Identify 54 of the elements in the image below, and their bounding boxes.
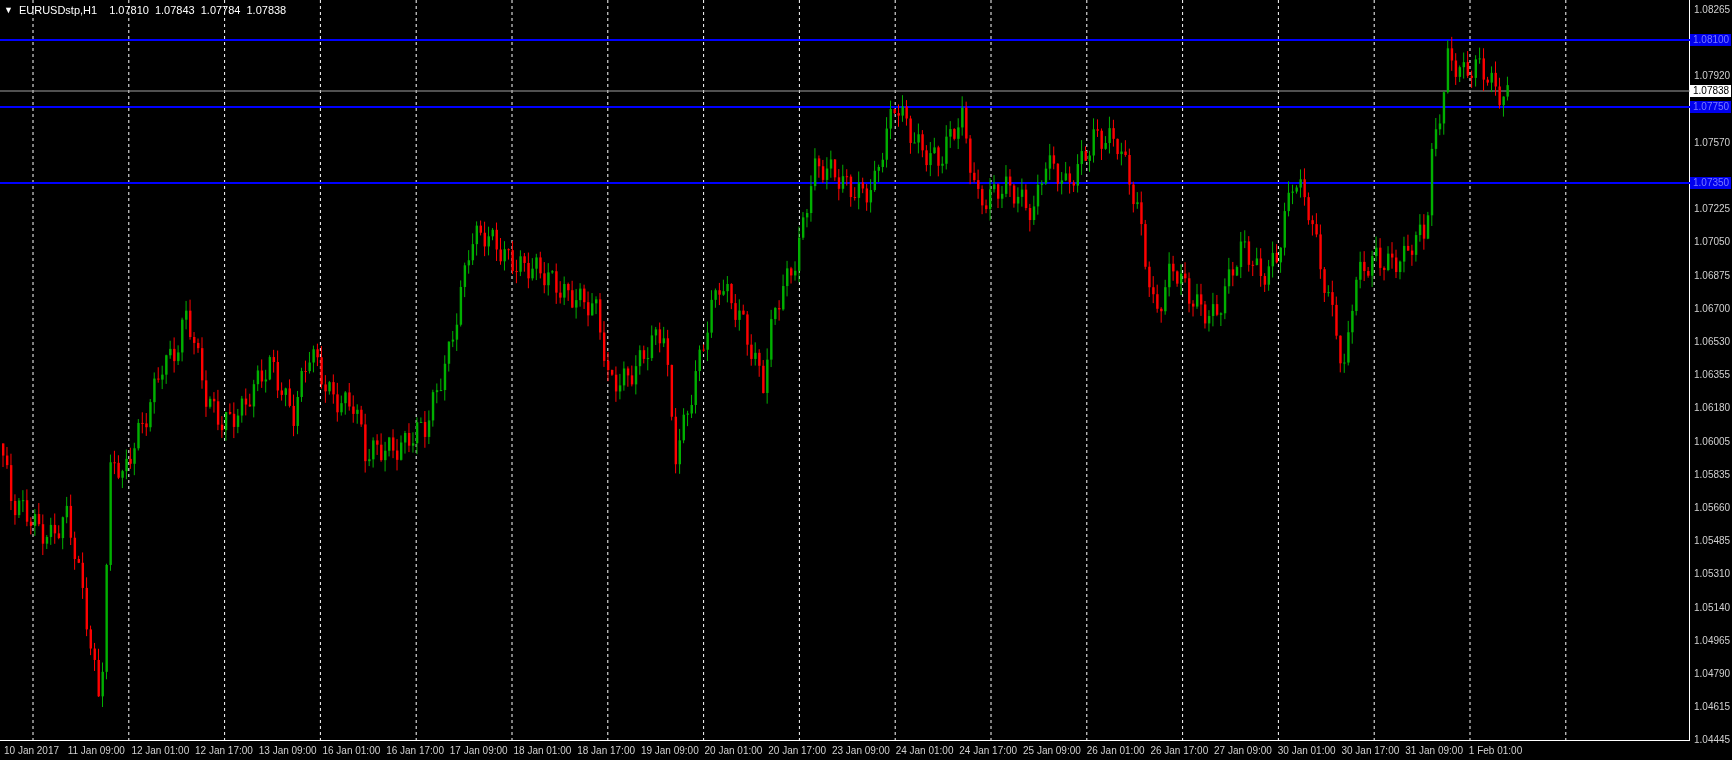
price-value: 1.07784 bbox=[200, 3, 241, 18]
time-tick-label: 20 Jan 17:00 bbox=[768, 744, 828, 758]
time-tick-label: 19 Jan 09:00 bbox=[640, 744, 700, 758]
price-tick-label: 1.05310 bbox=[1694, 568, 1731, 581]
price-tick-label: 1.06530 bbox=[1694, 336, 1731, 348]
price-tick-label: 1.04965 bbox=[1694, 634, 1731, 647]
price-tick-label: 1.06700 bbox=[1694, 302, 1731, 315]
price-tick-label: 1.06005 bbox=[1694, 435, 1731, 448]
price-tick-label: 1.07920 bbox=[1694, 70, 1731, 83]
price-tick-label: 1.06875 bbox=[1694, 269, 1731, 282]
time-tick-label: 30 Jan 01:00 bbox=[1277, 744, 1337, 758]
time-tick-label: 13 Jan 09:00 bbox=[258, 744, 318, 758]
price-tick-label: 1.07050 bbox=[1694, 236, 1731, 249]
time-tick-label: 31 Jan 09:00 bbox=[1405, 744, 1464, 758]
time-tick-label: 17 Jan 09:00 bbox=[449, 744, 509, 758]
price-tick-label: 1.05835 bbox=[1694, 468, 1731, 481]
level-price-label: 1.08100 bbox=[1690, 34, 1731, 46]
level-price-label: 1.07750 bbox=[1690, 101, 1731, 113]
time-tick-label: 16 Jan 17:00 bbox=[386, 744, 445, 758]
level-price-label: 1.07350 bbox=[1690, 177, 1731, 189]
time-tick-label: 23 Jan 09:00 bbox=[831, 744, 891, 758]
menu-glyph[interactable]: ▼ bbox=[4, 2, 13, 18]
time-tick-label: 12 Jan 01:00 bbox=[131, 744, 191, 758]
time-tick-label: 11 Jan 09:00 bbox=[67, 744, 126, 758]
current-price-label: 1.07838 bbox=[1690, 85, 1731, 97]
time-tick-label: 12 Jan 17:00 bbox=[195, 744, 254, 758]
time-tick-label: 26 Jan 01:00 bbox=[1086, 744, 1146, 758]
price-tick-label: 1.06355 bbox=[1694, 369, 1731, 382]
time-tick-label: 18 Jan 01:00 bbox=[513, 744, 573, 758]
time-tick-label: 10 Jan 2017 bbox=[4, 744, 61, 758]
price-tick-label: 1.05660 bbox=[1694, 502, 1731, 514]
time-tick-label: 25 Jan 09:00 bbox=[1023, 744, 1082, 758]
price-tick-label: 1.04445 bbox=[1694, 734, 1731, 747]
time-tick-label: 1 Feb 01:00 bbox=[1468, 744, 1524, 758]
price-tick-label: 1.05485 bbox=[1694, 535, 1731, 548]
time-tick-label: 20 Jan 01:00 bbox=[704, 744, 764, 758]
time-tick-label: 26 Jan 17:00 bbox=[1150, 744, 1210, 758]
time-tick-label: 27 Jan 09:00 bbox=[1214, 744, 1273, 758]
time-tick-label: 16 Jan 01:00 bbox=[322, 744, 382, 758]
price-value: 1.07810 bbox=[109, 3, 149, 18]
price-tick-label: 1.04615 bbox=[1694, 701, 1731, 714]
time-tick-label: 18 Jan 17:00 bbox=[577, 744, 636, 758]
price-tick-label: 1.04790 bbox=[1694, 668, 1731, 680]
price-value: 1.07843 bbox=[154, 3, 195, 18]
price-tick-label: 1.07570 bbox=[1694, 136, 1731, 149]
symbol-label: EURUSDstp,H1 bbox=[18, 3, 98, 18]
time-tick-label: 24 Jan 01:00 bbox=[895, 744, 955, 758]
price-tick-label: 1.07225 bbox=[1694, 203, 1731, 216]
time-tick-label: 24 Jan 17:00 bbox=[959, 744, 1019, 758]
time-tick-label: 30 Jan 17:00 bbox=[1341, 744, 1401, 758]
price-tick-label: 1.08265 bbox=[1694, 4, 1731, 16]
price-value: 1.07838 bbox=[246, 3, 287, 18]
price-tick-label: 1.05140 bbox=[1694, 601, 1731, 614]
price-tick-label: 1.06180 bbox=[1694, 402, 1731, 415]
